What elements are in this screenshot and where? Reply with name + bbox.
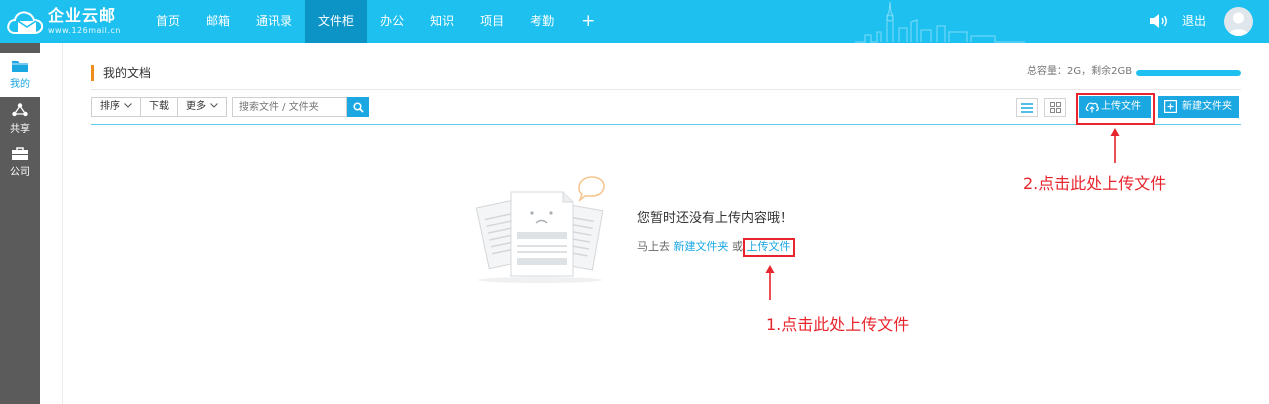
capacity-progress-fill: [1136, 70, 1241, 76]
add-folder-icon: [1164, 100, 1177, 113]
sidebar-item-label: 公司: [10, 167, 30, 178]
logo-cloud-mail-icon: [7, 11, 44, 34]
main-nav: 首页 邮箱 通讯录 文件柜 办公 知识 项目 考勤 +: [143, 0, 609, 43]
divider: [91, 89, 1241, 90]
capacity-progress-bar: [1136, 70, 1241, 76]
nav-projects[interactable]: 项目: [467, 0, 517, 43]
sidebar-item-shared[interactable]: 共享: [0, 97, 40, 141]
user-avatar-icon: [1228, 12, 1249, 36]
sort-label: 排序: [100, 101, 120, 112]
folder-icon: [12, 61, 28, 72]
speaker-icon[interactable]: [1149, 13, 1169, 29]
page-title: 我的文档: [103, 66, 152, 80]
chevron-down-icon: [210, 103, 218, 108]
chevron-down-icon: [124, 103, 132, 108]
brand-url: www.126mail.cn: [48, 26, 121, 35]
main-content: 我的文档 总容量：2G，剩余2GB 排序 下载 更多 搜索文件 / 文件夹 上传…: [62, 43, 1269, 404]
avatar[interactable]: [1224, 7, 1253, 36]
new-folder-button-label: 新建文件夹: [1182, 101, 1232, 112]
grid-view-button[interactable]: [1044, 98, 1066, 117]
sort-dropdown[interactable]: 排序: [91, 97, 141, 117]
logout-link[interactable]: 退出: [1182, 0, 1206, 43]
annotation-arrow-up: [765, 265, 775, 300]
logo[interactable]: 企业云邮 www.126mail.cn: [6, 7, 136, 37]
file-toolbar: 排序 下载 更多: [91, 97, 369, 117]
search-input[interactable]: [232, 97, 347, 117]
more-label: 更多: [186, 101, 206, 112]
empty-or: 或: [732, 240, 743, 253]
nav-attendance[interactable]: 考勤: [517, 0, 567, 43]
list-view-button[interactable]: [1016, 98, 1038, 117]
sidebar-item-company[interactable]: 公司: [0, 141, 40, 185]
list-view-icon: [1021, 102, 1033, 113]
nav-home[interactable]: 首页: [143, 0, 193, 43]
sidebar-item-label: 共享: [10, 124, 30, 135]
share-icon: [12, 103, 28, 117]
annotation-step-2: 2.点击此处上传文件: [1023, 174, 1167, 193]
annotation-step-1: 1.点击此处上传文件: [766, 315, 910, 334]
upload-link-highlight: [743, 238, 795, 257]
sidebar-item-mine[interactable]: 我的: [0, 53, 40, 97]
download-button[interactable]: 下载: [141, 97, 178, 117]
empty-state-message: 您暂时还没有上传内容哦！: [637, 211, 794, 226]
nav-mail[interactable]: 邮箱: [193, 0, 243, 43]
nav-office[interactable]: 办公: [367, 0, 417, 43]
toolbar-underline: [91, 124, 1241, 125]
sidebar-item-label: 我的: [10, 79, 30, 90]
new-folder-link[interactable]: 新建文件夹: [674, 240, 729, 253]
capacity-text: 总容量：2G，剩余2GB: [1027, 66, 1133, 77]
briefcase-icon: [12, 147, 28, 160]
top-bar: 企业云邮 www.126mail.cn 首页 邮箱 通讯录 文件柜 办公 知识 …: [0, 0, 1269, 43]
nav-file-cabinet[interactable]: 文件柜: [305, 0, 368, 43]
nav-contacts[interactable]: 通讯录: [243, 0, 305, 43]
more-dropdown[interactable]: 更多: [178, 97, 227, 117]
upload-button-highlight: [1076, 93, 1155, 125]
empty-documents-illustration: [475, 176, 605, 283]
skyline-decoration: [855, 2, 1025, 43]
empty-prefix: 马上去: [637, 240, 670, 253]
new-folder-button[interactable]: 新建文件夹: [1158, 96, 1239, 118]
brand-name: 企业云邮: [48, 6, 117, 25]
search-button[interactable]: [347, 97, 369, 117]
nav-add-button[interactable]: +: [567, 0, 609, 43]
title-accent: [91, 65, 94, 81]
left-sidebar: 我的 共享 公司: [0, 43, 40, 404]
search-icon: [352, 101, 364, 113]
nav-knowledge[interactable]: 知识: [417, 0, 467, 43]
annotation-arrow-up: [1110, 128, 1120, 163]
grid-view-icon: [1049, 102, 1061, 113]
